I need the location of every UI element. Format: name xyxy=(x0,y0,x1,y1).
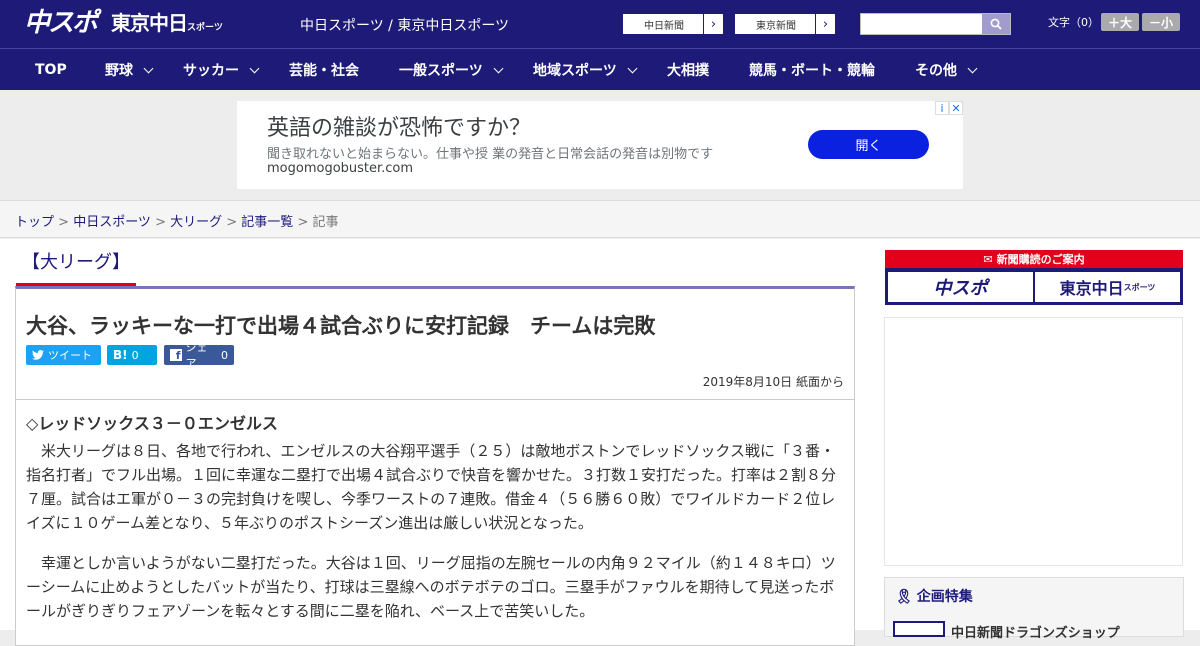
breadcrumb-article-list[interactable]: 記事一覧 xyxy=(241,215,293,230)
chevron-right-icon: › xyxy=(703,14,723,34)
tweet-button[interactable]: ツイート xyxy=(26,345,101,365)
ad-body: 聞き取れないと始まらない。仕事や授 業の発音と日常会話の発音は別物です xyxy=(267,147,714,162)
tokyo-shimbun-link[interactable]: 東京新聞 › xyxy=(734,13,836,35)
facebook-share-button[interactable]: f シェア 0 xyxy=(164,341,234,370)
subscription-title-text: 新聞購読のご案内 xyxy=(996,253,1085,266)
nav-item-regional-sports[interactable]: 地域スポーツ xyxy=(533,49,638,91)
nav-item-baseball[interactable]: 野球 xyxy=(105,49,154,91)
chunichi-shimbun-link[interactable]: 中日新聞 › xyxy=(622,13,724,35)
article-paragraph: 幸運としか言いようがない二塁打だった。大谷は１回、リーグ屈指の左腕セールの内角９… xyxy=(26,554,836,620)
feature-heading-text: 企画特集 xyxy=(916,589,973,605)
breadcrumb-separator: > xyxy=(150,215,171,230)
nav-item-label: 地域スポーツ xyxy=(533,63,617,79)
nav-item-label: TOP xyxy=(35,62,67,78)
chevron-down-icon xyxy=(627,63,638,73)
nav-item-others[interactable]: その他 xyxy=(915,49,978,91)
breadcrumb-separator: > xyxy=(54,215,74,230)
divider xyxy=(16,399,854,400)
ribbon-icon: 🎗 xyxy=(895,589,913,605)
feature-heading: 🎗 企画特集 xyxy=(895,586,973,606)
subscribe-chusupo-link[interactable]: 中スポ xyxy=(888,272,1033,302)
search-button[interactable] xyxy=(982,14,1010,34)
breadcrumb-separator: > xyxy=(222,215,242,230)
sidebar-ad-slot xyxy=(884,317,1183,566)
nav-item-soccer[interactable]: サッカー xyxy=(183,49,260,91)
banner-ad[interactable]: 英語の雑談が恐怖ですか？ 聞き取れないと始まらない。仕事や授 業の発音と日常会話… xyxy=(237,101,963,189)
subscribe-tokyo-chunichi-link[interactable]: 東京中日 スポーツ xyxy=(1035,272,1180,302)
nav-item-general-sports[interactable]: 一般スポーツ xyxy=(399,49,504,91)
category-heading: 【大リーグ】 xyxy=(16,248,136,286)
search-icon xyxy=(990,18,1002,30)
nav-item-sumo[interactable]: 大相撲 xyxy=(667,49,709,91)
hatena-icon: B! xyxy=(113,348,128,362)
chevron-down-icon xyxy=(249,63,260,73)
nav-item-label: サッカー xyxy=(183,63,239,79)
breadcrumb-bar: トップ > 中日スポーツ > 大リーグ > 記事一覧 > 記事 xyxy=(0,200,1200,238)
breadcrumb-top[interactable]: トップ xyxy=(15,215,54,230)
newspaper-icon: ✉ xyxy=(983,252,993,266)
facebook-label: シェア xyxy=(185,341,208,370)
breadcrumb-current: 記事 xyxy=(312,215,339,230)
font-smaller-button[interactable]: －小 xyxy=(1142,13,1180,31)
facebook-icon: f xyxy=(170,349,182,361)
nav-item-label: その他 xyxy=(915,63,957,79)
nav-item-top[interactable]: TOP xyxy=(35,49,67,91)
nav-item-label: 競馬・ボート・競輪 xyxy=(749,63,875,79)
nav-item-racing[interactable]: 競馬・ボート・競輪 xyxy=(749,49,875,91)
twitter-icon xyxy=(32,350,44,360)
breadcrumb-separator: > xyxy=(293,215,313,230)
font-larger-button[interactable]: ＋大 xyxy=(1101,13,1139,31)
facebook-count: 0 xyxy=(221,348,228,362)
chusupo-logo[interactable]: 中スポ xyxy=(24,8,98,38)
chevron-down-icon xyxy=(143,63,154,73)
breadcrumb-chunichi-sports[interactable]: 中日スポーツ xyxy=(73,215,151,230)
ad-open-button[interactable]: 開く xyxy=(808,130,929,159)
subscribe-tokyo-chunichi-label: 東京中日 xyxy=(1059,279,1124,298)
article-lead: ◇レッドソックス３－０エンゼルス xyxy=(26,414,278,433)
nav-item-label: 一般スポーツ xyxy=(399,63,483,79)
article-card: 大谷、ラッキーな一打で出場４試合ぶりに安打記録 チームは完敗 ツイート B! 0… xyxy=(15,286,855,646)
tokyo-chunichi-logo-text: 東京中日 xyxy=(111,11,188,35)
ad-url[interactable]: mogomogobuster.com xyxy=(267,161,413,176)
subscription-title: ✉ 新聞購読のご案内 xyxy=(885,250,1183,268)
article-paragraph: 米大リーグは８日、各地で行われ、エンゼルスの大谷翔平選手（２５）は敵地ボストンで… xyxy=(26,442,837,532)
feature-item-link[interactable]: 中日新聞ドラゴンズショップ xyxy=(951,622,1120,641)
breadcrumb-mlb[interactable]: 大リーグ xyxy=(170,215,222,230)
search-input[interactable] xyxy=(861,14,982,34)
article-title: 大谷、ラッキーな一打で出場４試合ぶりに安打記録 チームは完敗 xyxy=(26,314,656,338)
ad-headline[interactable]: 英語の雑談が恐怖ですか？ xyxy=(267,110,531,142)
feature-thumbnail[interactable] xyxy=(893,621,945,637)
site-names: 中日スポーツ / 東京中日スポーツ xyxy=(300,18,510,34)
chevron-down-icon xyxy=(967,63,978,73)
tokyo-shimbun-label: 東京新聞 xyxy=(756,20,796,32)
site-header: 中スポ 東京中日スポーツ 中日スポーツ / 東京中日スポーツ 中日新聞 › 東京… xyxy=(0,0,1200,48)
chevron-right-icon: › xyxy=(815,14,835,34)
nav-item-entertainment[interactable]: 芸能・社会 xyxy=(289,49,359,91)
tweet-label: ツイート xyxy=(48,349,92,362)
ad-info-icon[interactable]: i xyxy=(935,101,949,115)
tokyo-chunichi-logo-sub: スポーツ xyxy=(187,23,223,33)
breadcrumb: トップ > 中日スポーツ > 大リーグ > 記事一覧 > 記事 xyxy=(15,211,339,230)
chunichi-shimbun-label: 中日新聞 xyxy=(644,20,684,32)
chevron-down-icon xyxy=(493,63,504,73)
article-date: 2019年8月10日 紙面から xyxy=(702,375,844,389)
tokyo-chunichi-logo[interactable]: 東京中日スポーツ xyxy=(111,10,223,41)
nav-item-label: 野球 xyxy=(105,63,133,79)
subscribe-tokyo-chunichi-sub: スポーツ xyxy=(1123,282,1156,292)
subscription-banner[interactable]: ✉ 新聞購読のご案内 中スポ 東京中日 スポーツ xyxy=(885,250,1183,305)
ad-close-icon[interactable]: ✕ xyxy=(949,101,963,115)
hatena-bookmark-button[interactable]: B! 0 xyxy=(107,345,157,365)
main-nav: TOP 野球 サッカー 芸能・社会 一般スポーツ 地域スポーツ 大相撲 競馬・ボ… xyxy=(0,48,1200,90)
feature-box: 🎗 企画特集 中日新聞ドラゴンズショップ xyxy=(884,577,1184,641)
nav-item-label: 芸能・社会 xyxy=(289,63,359,79)
nav-item-label: 大相撲 xyxy=(667,63,709,79)
hatena-count: 0 xyxy=(131,348,139,362)
font-size-label: 文字（0） xyxy=(1048,16,1099,29)
search-box xyxy=(860,13,1011,35)
